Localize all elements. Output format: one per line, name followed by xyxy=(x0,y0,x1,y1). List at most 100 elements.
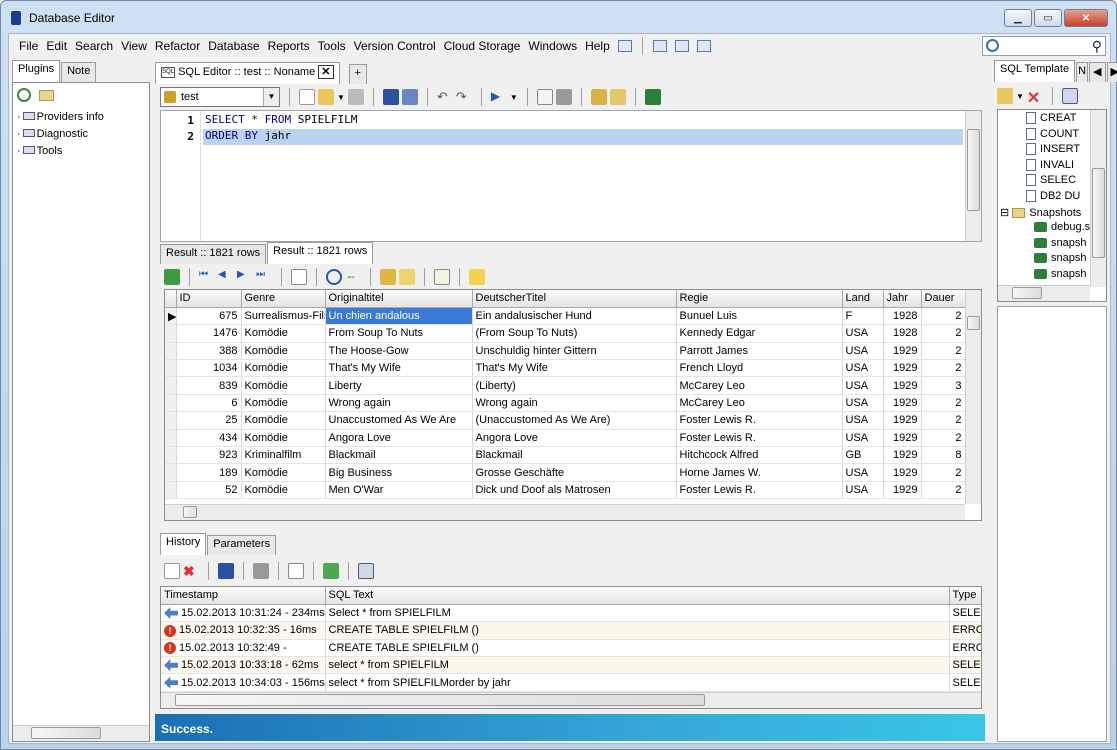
menu-version-control[interactable]: Version Control xyxy=(350,39,440,53)
cell-jahr[interactable]: 1929 xyxy=(883,342,922,361)
menu-search[interactable]: Search xyxy=(71,39,117,53)
delete-icon[interactable]: ✖ xyxy=(183,563,199,579)
last-record-icon[interactable]: ⏭ xyxy=(256,269,272,285)
cell-dauer[interactable]: 2 xyxy=(921,463,966,482)
template-item[interactable]: COUNT xyxy=(1026,128,1079,140)
row-indicator[interactable] xyxy=(165,324,177,343)
history-row[interactable]: 15.02.2013 10:33:18 - 62ms select * from … xyxy=(161,656,981,675)
table-row[interactable]: ▶ 675 Surrealismus-Film Un chien andalous Ei… xyxy=(165,307,966,326)
connection-select[interactable]: test ▼ xyxy=(160,87,280,107)
cell-jahr[interactable]: 1929 xyxy=(883,463,922,482)
tab-note[interactable]: Note xyxy=(61,62,97,82)
column-header-deutschertitel[interactable]: DeutscherTitel xyxy=(472,290,677,308)
new-icon[interactable] xyxy=(164,563,180,579)
tab-result-1[interactable]: Result :: 1821 rows xyxy=(160,244,267,264)
binoculars-icon[interactable]: ⚲ xyxy=(1092,38,1102,55)
cell-genre[interactable]: Komödie xyxy=(241,463,326,482)
cell-deutschertitel[interactable]: That's My Wife xyxy=(472,359,677,378)
template-item[interactable]: INSERT xyxy=(1026,143,1080,156)
cell-dauer[interactable]: 2 xyxy=(921,429,966,448)
cell-originaltitel[interactable]: Wrong again xyxy=(325,394,473,413)
cell-regie[interactable]: Hitchcock Alfred xyxy=(676,446,843,465)
cell-timestamp[interactable]: 15.02.2013 10:33:18 - 62ms xyxy=(161,656,326,675)
history-row[interactable]: 15.02.2013 10:34:03 - 156ms select * from… xyxy=(161,673,981,692)
chevron-down-icon[interactable]: ▼ xyxy=(263,88,279,106)
folder-icon[interactable] xyxy=(39,90,54,101)
print-icon[interactable] xyxy=(253,563,269,579)
snapshot-item[interactable]: snapsh xyxy=(1034,252,1086,264)
tab-parameters[interactable]: Parameters xyxy=(207,535,277,555)
cell-deutschertitel[interactable]: Unschuldig hinter Gittern xyxy=(472,342,677,361)
maximize-button[interactable]: ▭ xyxy=(1034,9,1062,27)
cell-id[interactable]: 52 xyxy=(176,481,242,500)
layout-icon[interactable] xyxy=(617,40,632,52)
tree-item-providers-info[interactable]: · Providers info xyxy=(17,111,104,123)
cell-timestamp[interactable]: ! 15.02.2013 10:32:49 - xyxy=(161,639,326,658)
cell-timestamp[interactable]: ! 15.02.2013 10:32:35 - 16ms xyxy=(161,621,326,640)
cell-regie[interactable]: Bunuel Luis xyxy=(676,307,843,326)
cell-type[interactable]: SELE xyxy=(949,673,981,692)
cell-regie[interactable]: Foster Lewis R. xyxy=(676,411,843,430)
history-row[interactable]: ! 15.02.2013 10:32:49 - CREATE TABLE SPIEL… xyxy=(161,639,981,658)
row-indicator[interactable] xyxy=(165,376,177,395)
row-indicator[interactable] xyxy=(165,481,177,500)
menu-file[interactable]: File xyxy=(15,39,42,53)
cell-id[interactable]: 839 xyxy=(176,376,242,395)
cell-jahr[interactable]: 1929 xyxy=(883,411,922,430)
refresh-icon[interactable] xyxy=(164,269,180,285)
table-row[interactable]: 923 Kriminalfilm Blackmail Blackmail Hitchco… xyxy=(165,446,966,465)
tab-truncated[interactable]: N xyxy=(1076,62,1089,82)
menu-cloud-storage[interactable]: Cloud Storage xyxy=(440,39,525,53)
cell-land[interactable]: USA xyxy=(842,463,884,482)
column-header-dauer[interactable]: Dauer xyxy=(921,290,966,308)
clipboard-icon[interactable] xyxy=(347,89,364,105)
cell-genre[interactable]: Komödie xyxy=(241,411,326,430)
cell-dauer[interactable]: 2 xyxy=(921,411,966,430)
history-hscroll[interactable] xyxy=(161,692,981,708)
cell-land[interactable]: USA xyxy=(842,394,884,413)
insert-icon[interactable] xyxy=(1061,88,1078,104)
cell-deutschertitel[interactable]: Wrong again xyxy=(472,394,677,413)
grid-hscroll[interactable] xyxy=(165,504,965,520)
cell-land[interactable]: GB xyxy=(842,446,884,465)
row-indicator[interactable] xyxy=(165,411,177,430)
cell-deutschertitel[interactable]: (Liberty) xyxy=(472,376,677,395)
cell-id[interactable]: 6 xyxy=(176,394,242,413)
tab-history[interactable]: History xyxy=(160,533,207,555)
template-item[interactable]: DB2 DU xyxy=(1026,190,1080,202)
row-indicator[interactable]: ▶ xyxy=(165,307,177,326)
new-tab-button[interactable]: + xyxy=(348,64,367,84)
cell-jahr[interactable]: 1929 xyxy=(883,429,922,448)
cell-id[interactable]: 189 xyxy=(176,463,242,482)
cell-jahr[interactable]: 1928 xyxy=(883,324,922,343)
cell-deutschertitel[interactable]: Ein andalusischer Hund xyxy=(472,307,677,326)
cell-id[interactable]: 434 xyxy=(176,429,242,448)
cell-genre[interactable]: Komödie xyxy=(241,394,326,413)
cell-deutschertitel[interactable]: Angora Love xyxy=(472,429,677,448)
cell-originaltitel[interactable]: Liberty xyxy=(325,376,473,395)
delete-icon[interactable]: ✕ xyxy=(1027,88,1043,107)
cell-genre[interactable]: Komödie xyxy=(241,376,326,395)
cell-land[interactable]: USA xyxy=(842,481,884,500)
global-search-input[interactable]: ⚲ xyxy=(982,36,1106,56)
cell-jahr[interactable]: 1928 xyxy=(883,307,922,326)
template-item[interactable]: INVALI xyxy=(1026,159,1074,171)
history-row[interactable]: ! 15.02.2013 10:32:35 - 16ms CREATE TABLE … xyxy=(161,621,981,640)
cell-type[interactable]: ERRC xyxy=(949,621,981,640)
cell-genre[interactable]: Komödie xyxy=(241,359,326,378)
cell-jahr[interactable]: 1929 xyxy=(883,359,922,378)
format-icon[interactable] xyxy=(536,89,553,105)
menu-edit[interactable]: Edit xyxy=(42,39,71,53)
cell-type[interactable]: SELE xyxy=(949,656,981,675)
column-header-regie[interactable]: Regie xyxy=(676,290,843,308)
row-indicator[interactable] xyxy=(165,394,177,413)
cell-regie[interactable]: Parrott James xyxy=(676,342,843,361)
cell-sql-text[interactable]: CREATE TABLE SPIELFILM () xyxy=(325,621,950,640)
cell-timestamp[interactable]: 15.02.2013 10:34:03 - 156ms xyxy=(161,673,326,692)
cell-dauer[interactable]: 2 xyxy=(921,324,966,343)
camera-icon[interactable] xyxy=(644,89,661,105)
grid-vscroll[interactable] xyxy=(965,290,981,504)
template-item[interactable]: CREAT xyxy=(1026,112,1076,125)
cell-deutschertitel[interactable]: Blackmail xyxy=(472,446,677,465)
tab-sql-template[interactable]: SQL Template xyxy=(994,60,1076,82)
